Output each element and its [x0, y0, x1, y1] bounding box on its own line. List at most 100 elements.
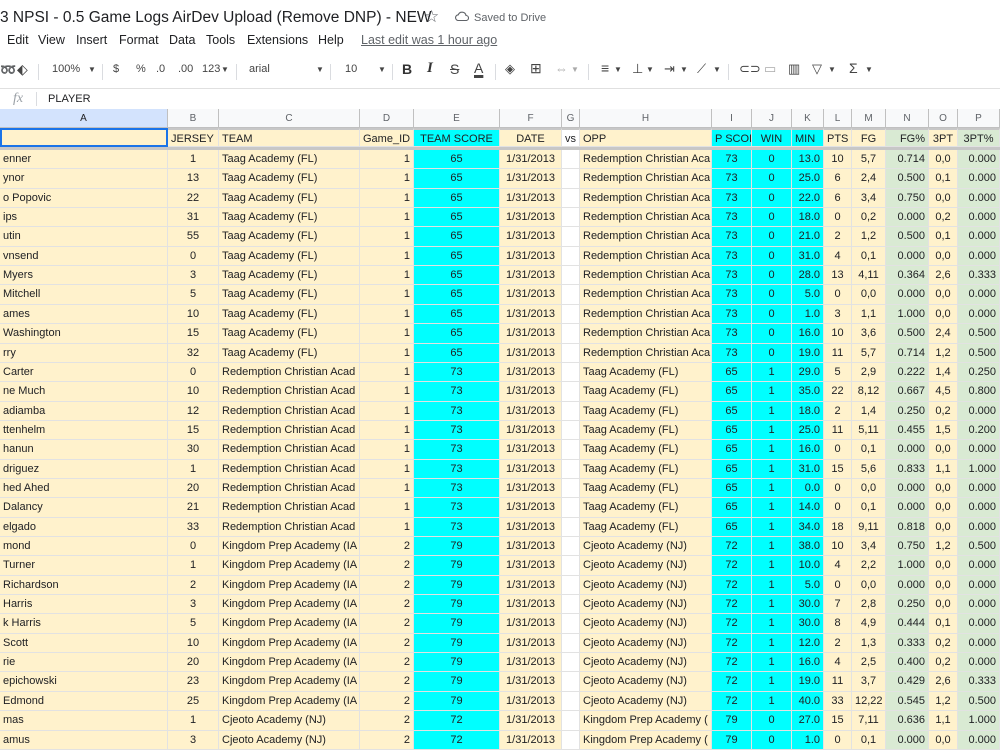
table-cell[interactable]: 1.000: [958, 460, 1000, 479]
table-cell[interactable]: 0,1: [852, 247, 886, 266]
table-cell[interactable]: 0.250: [886, 595, 929, 614]
table-cell[interactable]: 0,2: [929, 208, 958, 227]
table-cell[interactable]: 0.000: [886, 479, 929, 498]
chevron-down-icon[interactable]: ▼: [646, 65, 654, 74]
table-cell[interactable]: 0,0: [929, 731, 958, 750]
table-cell[interactable]: Cjeoto Academy (NJ): [580, 595, 712, 614]
table-cell[interactable]: 0,0: [929, 498, 958, 518]
table-cell[interactable]: 79: [414, 556, 500, 576]
table-cell[interactable]: mas: [0, 711, 168, 731]
table-cell[interactable]: 1: [360, 150, 414, 169]
table-cell[interactable]: 1/31/2013: [500, 692, 562, 711]
header-cell-b[interactable]: JERSEY: [168, 128, 219, 147]
menu-tools[interactable]: Tools: [206, 33, 235, 47]
table-cell[interactable]: 65: [414, 266, 500, 285]
table-cell[interactable]: Redemption Christian Acad: [219, 498, 360, 518]
star-icon[interactable]: ☆: [424, 7, 439, 27]
table-cell[interactable]: 0: [752, 266, 792, 285]
table-cell[interactable]: 2: [824, 402, 852, 421]
link-icon[interactable]: ⊂⊃: [739, 61, 761, 77]
table-cell[interactable]: Scott: [0, 634, 168, 653]
table-cell[interactable]: Cjeoto Academy (NJ): [580, 614, 712, 634]
table-cell[interactable]: mond: [0, 537, 168, 556]
table-cell[interactable]: 0.444: [886, 614, 929, 634]
zoom-select[interactable]: 100%: [52, 63, 80, 75]
table-cell[interactable]: 72: [712, 595, 752, 614]
table-cell[interactable]: 2: [824, 227, 852, 247]
table-cell[interactable]: Cjeoto Academy (NJ): [580, 672, 712, 692]
table-cell[interactable]: Mitchell: [0, 285, 168, 305]
header-cell-c[interactable]: TEAM: [219, 128, 360, 147]
table-cell[interactable]: Kingdom Prep Academy (IA: [219, 576, 360, 595]
table-cell[interactable]: Taag Academy (FL): [580, 518, 712, 537]
table-cell[interactable]: 2: [360, 634, 414, 653]
table-cell[interactable]: 65: [712, 460, 752, 479]
table-cell[interactable]: 1: [360, 324, 414, 344]
table-cell[interactable]: [562, 382, 580, 402]
table-cell[interactable]: Taag Academy (FL): [219, 150, 360, 169]
table-cell[interactable]: 0,0: [929, 518, 958, 537]
functions-icon[interactable]: Σ: [849, 60, 858, 76]
table-cell[interactable]: 72: [414, 731, 500, 750]
table-cell[interactable]: 32: [168, 344, 219, 363]
table-cell[interactable]: 65: [712, 518, 752, 537]
table-cell[interactable]: utin: [0, 227, 168, 247]
table-cell[interactable]: 0: [752, 150, 792, 169]
table-cell[interactable]: 0.222: [886, 363, 929, 382]
table-cell[interactable]: 72: [712, 556, 752, 576]
table-cell[interactable]: 0.000: [886, 440, 929, 460]
table-cell[interactable]: 0.818: [886, 518, 929, 537]
table-cell[interactable]: 12: [168, 402, 219, 421]
table-cell[interactable]: 10.0: [792, 556, 824, 576]
table-cell[interactable]: 1: [752, 634, 792, 653]
table-cell[interactable]: 1: [360, 285, 414, 305]
table-cell[interactable]: 2: [824, 634, 852, 653]
table-cell[interactable]: adiamba: [0, 402, 168, 421]
table-cell[interactable]: 65: [712, 402, 752, 421]
table-cell[interactable]: 22: [824, 382, 852, 402]
table-cell[interactable]: 31.0: [792, 247, 824, 266]
table-cell[interactable]: 1: [168, 556, 219, 576]
spreadsheet-grid[interactable]: A B C D E F G H I J K L M N O P JERSEY TEAM Game_ID TEAM SC…: [0, 109, 1000, 750]
table-cell[interactable]: 28.0: [792, 266, 824, 285]
table-cell[interactable]: Kingdom Prep Academy (: [580, 711, 712, 731]
table-cell[interactable]: 5: [168, 285, 219, 305]
table-cell[interactable]: 1: [752, 402, 792, 421]
table-cell[interactable]: [562, 731, 580, 750]
table-cell[interactable]: hanun: [0, 440, 168, 460]
column-header-b[interactable]: B: [168, 109, 219, 128]
table-cell[interactable]: 0.250: [958, 363, 1000, 382]
table-cell[interactable]: 27.0: [792, 711, 824, 731]
table-cell[interactable]: 79: [414, 614, 500, 634]
table-cell[interactable]: 1: [752, 576, 792, 595]
table-cell[interactable]: 1: [752, 518, 792, 537]
table-cell[interactable]: 40.0: [792, 692, 824, 711]
header-cell-i[interactable]: P SCOI: [712, 128, 752, 147]
italic-button[interactable]: I: [427, 60, 433, 77]
table-cell[interactable]: 1/31/2013: [500, 344, 562, 363]
table-cell[interactable]: 1: [360, 498, 414, 518]
table-cell[interactable]: Richardson: [0, 576, 168, 595]
table-cell[interactable]: 2,6: [929, 672, 958, 692]
table-cell[interactable]: 73: [712, 150, 752, 169]
table-cell[interactable]: 0: [168, 363, 219, 382]
table-cell[interactable]: [562, 498, 580, 518]
table-cell[interactable]: 18: [824, 518, 852, 537]
table-cell[interactable]: [562, 692, 580, 711]
table-cell[interactable]: Taag Academy (FL): [580, 440, 712, 460]
table-cell[interactable]: 33: [824, 692, 852, 711]
chevron-down-icon[interactable]: ▼: [828, 65, 836, 74]
table-cell[interactable]: 0.333: [886, 634, 929, 653]
table-cell[interactable]: 1/31/2013: [500, 324, 562, 344]
table-cell[interactable]: 0.000: [886, 576, 929, 595]
table-cell[interactable]: 0: [752, 711, 792, 731]
table-cell[interactable]: 72: [712, 692, 752, 711]
table-cell[interactable]: [562, 247, 580, 266]
table-cell[interactable]: 73: [414, 518, 500, 537]
table-cell[interactable]: 1: [360, 247, 414, 266]
table-cell[interactable]: Edmond: [0, 692, 168, 711]
column-header-e[interactable]: E: [414, 109, 500, 128]
table-cell[interactable]: 0: [752, 169, 792, 189]
table-cell[interactable]: 73: [414, 498, 500, 518]
table-cell[interactable]: 10: [168, 305, 219, 324]
